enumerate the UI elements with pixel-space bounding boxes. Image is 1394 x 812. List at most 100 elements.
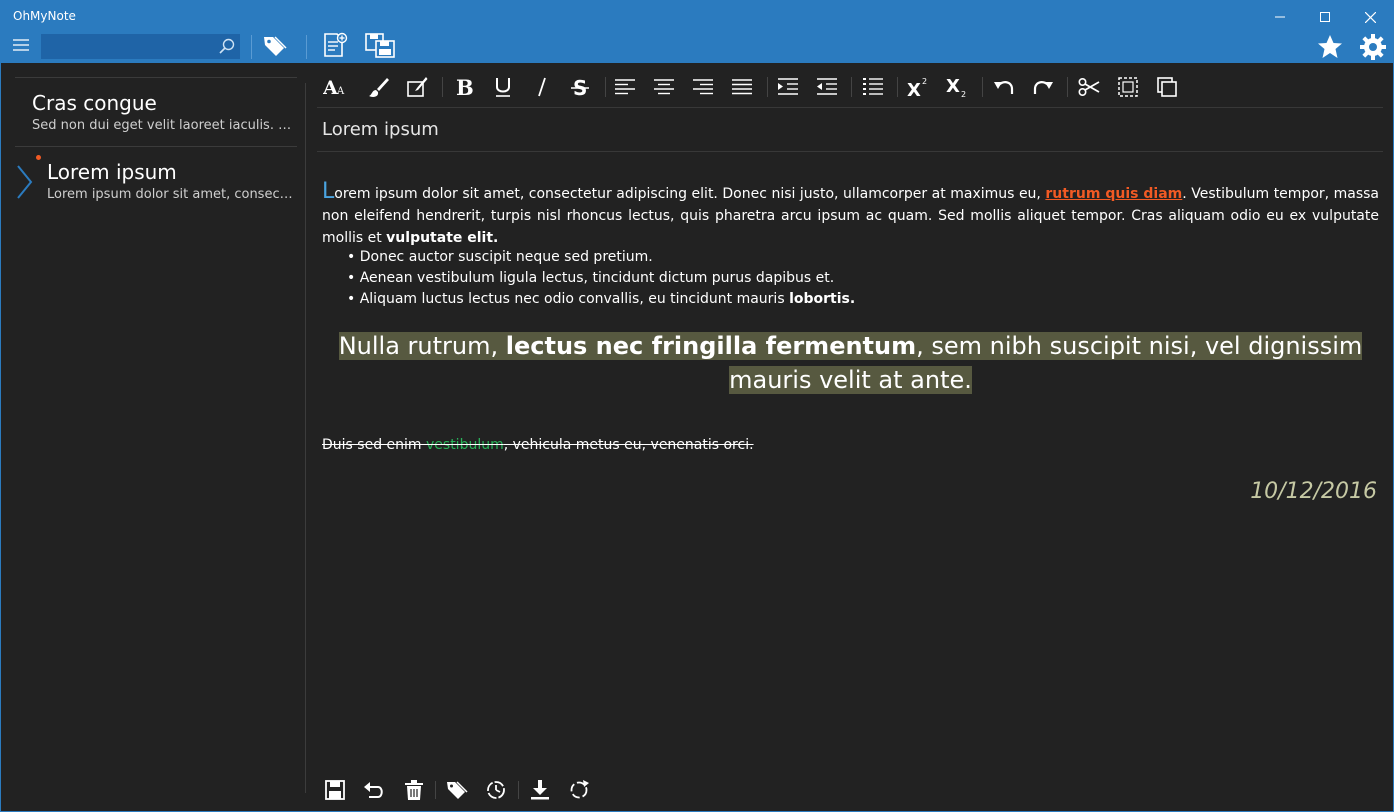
undo-icon xyxy=(994,81,1014,94)
cut-button[interactable] xyxy=(1075,73,1103,101)
hamburger-menu-button[interactable] xyxy=(13,39,29,53)
download-button[interactable] xyxy=(527,777,553,803)
svg-text:2: 2 xyxy=(922,77,927,86)
strikethrough-paragraph: Duis sed enim vestibulum, vehicula metus… xyxy=(322,437,754,453)
body-text: orem ipsum dolor sit amet, consectetur a… xyxy=(334,186,1046,202)
body-bold-text: vulputate elit xyxy=(386,230,494,246)
svg-text:X: X xyxy=(907,80,921,98)
justify-button[interactable] xyxy=(728,73,756,101)
save-all-button[interactable] xyxy=(364,32,396,58)
unsaved-dot xyxy=(36,155,41,160)
bold-icon: B xyxy=(456,76,474,98)
align-right-icon xyxy=(693,79,713,95)
bullet-list-icon xyxy=(863,78,883,95)
history-button[interactable] xyxy=(483,777,509,803)
brush-icon xyxy=(369,78,389,97)
indent-button[interactable] xyxy=(774,73,802,101)
select-all-button[interactable] xyxy=(1114,73,1142,101)
revert-button[interactable] xyxy=(361,777,387,803)
undo-button[interactable] xyxy=(990,73,1018,101)
toolbar-separator xyxy=(851,77,852,97)
copy-button[interactable] xyxy=(1153,73,1181,101)
toolbar-separator xyxy=(442,77,443,97)
toolbar-separator xyxy=(306,35,307,59)
note-title: Cras congue xyxy=(32,91,157,115)
underline-button[interactable] xyxy=(489,73,517,101)
tags-icon xyxy=(447,781,468,799)
list-divider xyxy=(15,77,297,78)
note-actions-bar xyxy=(317,775,617,805)
list-divider xyxy=(15,146,297,147)
highlight-button[interactable] xyxy=(403,73,431,101)
redo-button[interactable] xyxy=(1029,73,1057,101)
title-bar: OhMyNote xyxy=(1,1,1393,63)
italic-icon xyxy=(538,77,546,97)
align-center-button[interactable] xyxy=(650,73,678,101)
subscript-button[interactable]: X2 xyxy=(943,73,971,101)
note-body-editor[interactable]: Lorem ipsum dolor sit amet, consectetur … xyxy=(322,181,1379,249)
hamburger-icon xyxy=(13,39,29,51)
svg-text:B: B xyxy=(456,76,474,98)
formatting-toolbar: AA B S X 2 X 2 xyxy=(317,69,1383,105)
superscript-button[interactable]: X2 xyxy=(904,73,932,101)
redo-icon xyxy=(1033,81,1053,94)
superscript-icon: X2 xyxy=(907,77,927,98)
list-item: • Aliquam luctus lectus nec odio convall… xyxy=(347,291,856,307)
svg-text:2: 2 xyxy=(961,90,966,98)
toolbar-separator xyxy=(1067,77,1068,97)
font-color-button[interactable] xyxy=(364,73,392,101)
outdent-button[interactable] xyxy=(813,73,841,101)
bold-button[interactable]: B xyxy=(450,73,478,101)
italic-button[interactable] xyxy=(528,73,556,101)
justify-icon xyxy=(732,79,752,95)
sync-button[interactable] xyxy=(566,777,592,803)
favorites-button[interactable] xyxy=(1317,34,1343,59)
copy-icon xyxy=(1157,77,1177,97)
pane-divider[interactable] xyxy=(305,83,306,793)
svg-text:X: X xyxy=(946,76,960,97)
highlighted-paragraph: Nulla rutrum, lectus nec fringilla ferme… xyxy=(338,332,1363,394)
settings-button[interactable] xyxy=(1360,34,1386,60)
delete-button[interactable] xyxy=(401,777,427,803)
delete-icon xyxy=(405,780,423,800)
toolbar-separator xyxy=(605,77,606,97)
list-item: • Aenean vestibulum ligula lectus, tinci… xyxy=(347,270,835,286)
align-right-button[interactable] xyxy=(689,73,717,101)
maximize-button[interactable] xyxy=(1302,1,1348,33)
font-size-button[interactable]: AA xyxy=(321,73,349,101)
bullet-list: • Donec auctor suscipit neque sed pretiu… xyxy=(347,247,855,310)
new-note-button[interactable] xyxy=(322,32,348,58)
toolbar-separator xyxy=(767,77,768,97)
tags-button[interactable] xyxy=(262,34,288,58)
note-title: Lorem ipsum xyxy=(47,160,177,184)
note-list-item-selected[interactable]: Lorem ipsum Lorem ipsum dolor sit amet, … xyxy=(15,148,297,214)
revert-icon xyxy=(364,782,383,798)
gear-icon xyxy=(1360,34,1386,60)
divider xyxy=(317,151,1383,152)
note-title-input[interactable] xyxy=(322,117,1322,141)
outdent-icon xyxy=(817,78,837,95)
strikethrough-button[interactable]: S xyxy=(566,73,594,101)
indent-icon xyxy=(778,78,798,95)
toolbar-separator xyxy=(897,77,898,97)
sync-icon xyxy=(570,780,589,799)
align-left-icon xyxy=(615,79,635,95)
select-all-icon xyxy=(1118,77,1138,97)
divider xyxy=(317,107,1383,108)
history-icon xyxy=(487,781,505,799)
bullet-list-button[interactable] xyxy=(859,73,887,101)
search-icon[interactable] xyxy=(219,38,235,54)
save-icon xyxy=(325,780,345,800)
save-button[interactable] xyxy=(322,777,348,803)
minimize-button[interactable] xyxy=(1257,1,1303,33)
note-preview: Lorem ipsum dolor sit amet, consectetur xyxy=(47,187,297,202)
strikethrough-icon: S xyxy=(571,76,589,98)
align-left-button[interactable] xyxy=(611,73,639,101)
search-input[interactable] xyxy=(41,34,211,59)
close-button[interactable] xyxy=(1347,1,1393,33)
note-list-item[interactable]: Cras congue Sed non dui eget velit laore… xyxy=(15,79,297,145)
toolbar-separator xyxy=(435,781,436,799)
tags-button[interactable] xyxy=(444,777,470,803)
body-link[interactable]: rutrum quis diam xyxy=(1045,186,1182,202)
font-size-icon: AA xyxy=(323,77,345,97)
